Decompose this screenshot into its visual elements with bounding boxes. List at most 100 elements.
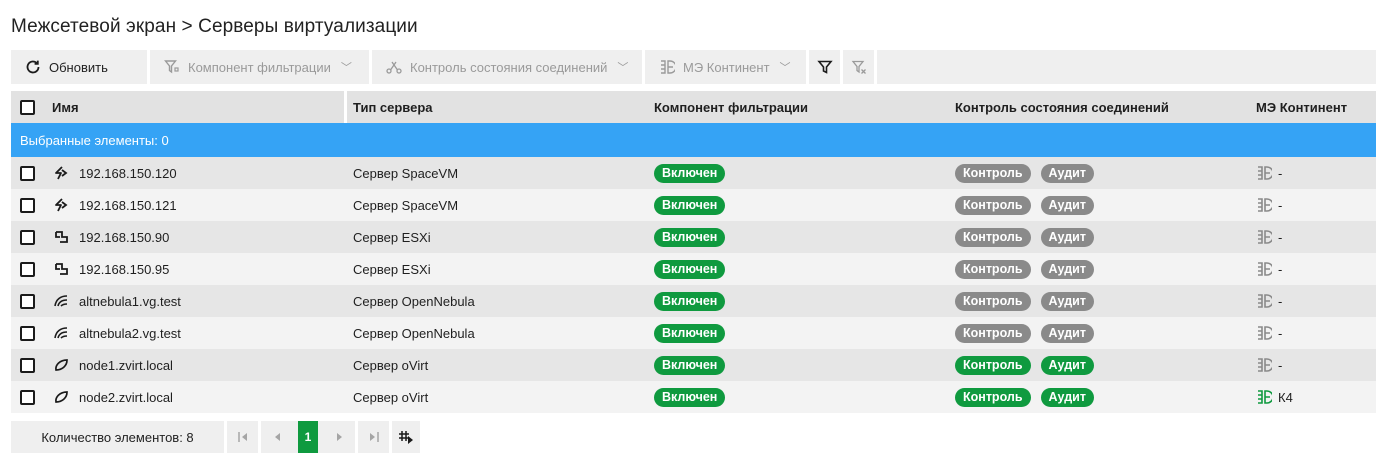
row-checkbox[interactable]: [20, 325, 35, 341]
control-badge: Контроль: [955, 323, 1031, 343]
toolbar: Обновить Компонент фильтрации ﹀ Контроль…: [11, 50, 1376, 84]
conn-state-dropdown[interactable]: Контроль состояния соединений ﹀: [372, 50, 645, 84]
audit-badge: Аудит: [1040, 387, 1094, 407]
table-body: 192.168.150.120 Сервер SpaceVM Включен Конт…: [11, 157, 1376, 413]
table-row[interactable]: altnebula1.vg.test Сервер OpenNebula Включ…: [11, 285, 1376, 317]
chevron-down-icon: ﹀: [779, 62, 791, 74]
server-type: Сервер OpenNebula: [353, 325, 475, 341]
filter-status-badge: Включен: [654, 259, 726, 279]
toolbar-spacer: [877, 50, 1376, 84]
table-row[interactable]: node2.zvirt.local Сервер oVirt Включен Конт…: [11, 381, 1376, 413]
row-checkbox[interactable]: [20, 261, 35, 277]
continent-icon: [661, 60, 675, 74]
first-page-icon: [237, 432, 247, 442]
page-title: Межсетевой экран > Серверы виртуализации: [11, 16, 418, 37]
control-badge: Контроль: [955, 291, 1031, 311]
clear-filter-button[interactable]: [843, 50, 877, 84]
me-continent-label: МЭ Континент: [683, 59, 770, 75]
conn-state-icon: [386, 61, 402, 74]
column-header-type[interactable]: Тип сервера: [353, 100, 433, 115]
table-row[interactable]: 192.168.150.90 Сервер ESXi Включен Контроль…: [11, 221, 1376, 253]
pagination-bar: Количество элементов: 8 1: [11, 421, 1376, 453]
server-type: Сервер SpaceVM: [353, 165, 459, 181]
continent-icon: [1256, 325, 1272, 341]
selection-bar: Выбранные элементы: 0: [11, 123, 1376, 157]
next-page-icon: [336, 433, 342, 441]
filter-button[interactable]: [809, 50, 843, 84]
continent-value: -: [1278, 229, 1283, 245]
row-checkbox[interactable]: [20, 389, 35, 405]
server-name: node1.zvirt.local: [79, 357, 173, 373]
filter-status-badge: Включен: [654, 291, 726, 311]
server-type: Сервер ESXi: [353, 229, 431, 245]
refresh-label: Обновить: [49, 59, 108, 75]
audit-badge: Аудит: [1040, 291, 1094, 311]
spacevm-icon: [52, 197, 70, 213]
opennebula-icon: [52, 293, 70, 309]
table-row[interactable]: 192.168.150.120 Сервер SpaceVM Включен Конт…: [11, 157, 1376, 189]
next-page-button[interactable]: [324, 421, 355, 453]
last-page-icon: [369, 432, 379, 442]
server-name: 192.168.150.121: [79, 197, 177, 213]
server-name: 192.168.150.120: [79, 165, 177, 181]
filter-status-badge: Включен: [654, 355, 726, 375]
filter-status-badge: Включен: [654, 387, 726, 407]
audit-badge: Аудит: [1040, 227, 1094, 247]
table-row[interactable]: altnebula2.vg.test Сервер OpenNebula Включ…: [11, 317, 1376, 349]
table-row[interactable]: 192.168.150.95 Сервер ESXi Включен Контроль…: [11, 253, 1376, 285]
server-name: altnebula1.vg.test: [79, 293, 181, 309]
row-checkbox[interactable]: [20, 197, 35, 213]
row-checkbox[interactable]: [20, 357, 35, 373]
control-badge: Контроль: [955, 163, 1031, 183]
server-name: node2.zvirt.local: [79, 389, 173, 405]
me-continent-dropdown[interactable]: МЭ Континент ﹀: [645, 50, 809, 84]
server-type: Сервер ESXi: [353, 261, 431, 277]
table-row[interactable]: node1.zvirt.local Сервер oVirt Включен Конт…: [11, 349, 1376, 381]
continent-icon: [1256, 293, 1272, 309]
spacevm-icon: [52, 165, 70, 181]
control-badge: Контроль: [955, 355, 1031, 375]
page-number[interactable]: 1: [298, 421, 318, 453]
row-checkbox[interactable]: [20, 165, 35, 181]
ovirt-icon: [52, 357, 70, 373]
column-header-name[interactable]: Имя: [52, 100, 79, 115]
filter-icon: [816, 60, 833, 74]
prev-page-icon: [274, 433, 280, 441]
control-badge: Контроль: [955, 387, 1031, 407]
servers-table: Имя Тип сервера Компонент фильтрации Кон…: [11, 91, 1376, 413]
table-header: Имя Тип сервера Компонент фильтрации Кон…: [11, 91, 1376, 123]
go-to-page-button[interactable]: [392, 421, 423, 453]
column-resizer[interactable]: [344, 91, 347, 123]
opennebula-icon: [52, 325, 70, 341]
continent-value: -: [1278, 165, 1283, 181]
filter-status-badge: Включен: [654, 195, 726, 215]
select-all-checkbox[interactable]: [20, 99, 35, 115]
first-page-button[interactable]: [227, 421, 258, 453]
row-checkbox[interactable]: [20, 229, 35, 245]
server-type: Сервер oVirt: [353, 357, 429, 373]
conn-state-label: Контроль состояния соединений: [410, 59, 608, 75]
continent-icon: [1256, 229, 1272, 245]
audit-badge: Аудит: [1040, 323, 1094, 343]
last-page-button[interactable]: [358, 421, 389, 453]
go-to-page-icon: [399, 431, 413, 444]
clear-filter-icon: [851, 60, 866, 74]
column-header-filter[interactable]: Компонент фильтрации: [654, 100, 808, 115]
column-header-me[interactable]: МЭ Континент: [1256, 100, 1347, 115]
control-badge: Контроль: [955, 195, 1031, 215]
continent-icon: [1256, 165, 1272, 181]
server-name: altnebula2.vg.test: [79, 325, 181, 341]
filter-component-label: Компонент фильтрации: [188, 59, 331, 75]
filter-component-dropdown[interactable]: Компонент фильтрации ﹀: [150, 50, 372, 84]
control-badge: Контроль: [955, 227, 1031, 247]
prev-page-button[interactable]: [261, 421, 292, 453]
server-name: 192.168.150.90: [79, 229, 170, 245]
table-row[interactable]: 192.168.150.121 Сервер SpaceVM Включен Конт…: [11, 189, 1376, 221]
continent-value: К4: [1278, 389, 1293, 405]
refresh-button[interactable]: Обновить: [11, 50, 150, 84]
server-type: Сервер OpenNebula: [353, 293, 475, 309]
row-checkbox[interactable]: [20, 293, 35, 309]
filter-status-badge: Включен: [654, 323, 726, 343]
column-header-ctrl[interactable]: Контроль состояния соединений: [955, 100, 1169, 115]
ovirt-icon: [52, 389, 70, 405]
